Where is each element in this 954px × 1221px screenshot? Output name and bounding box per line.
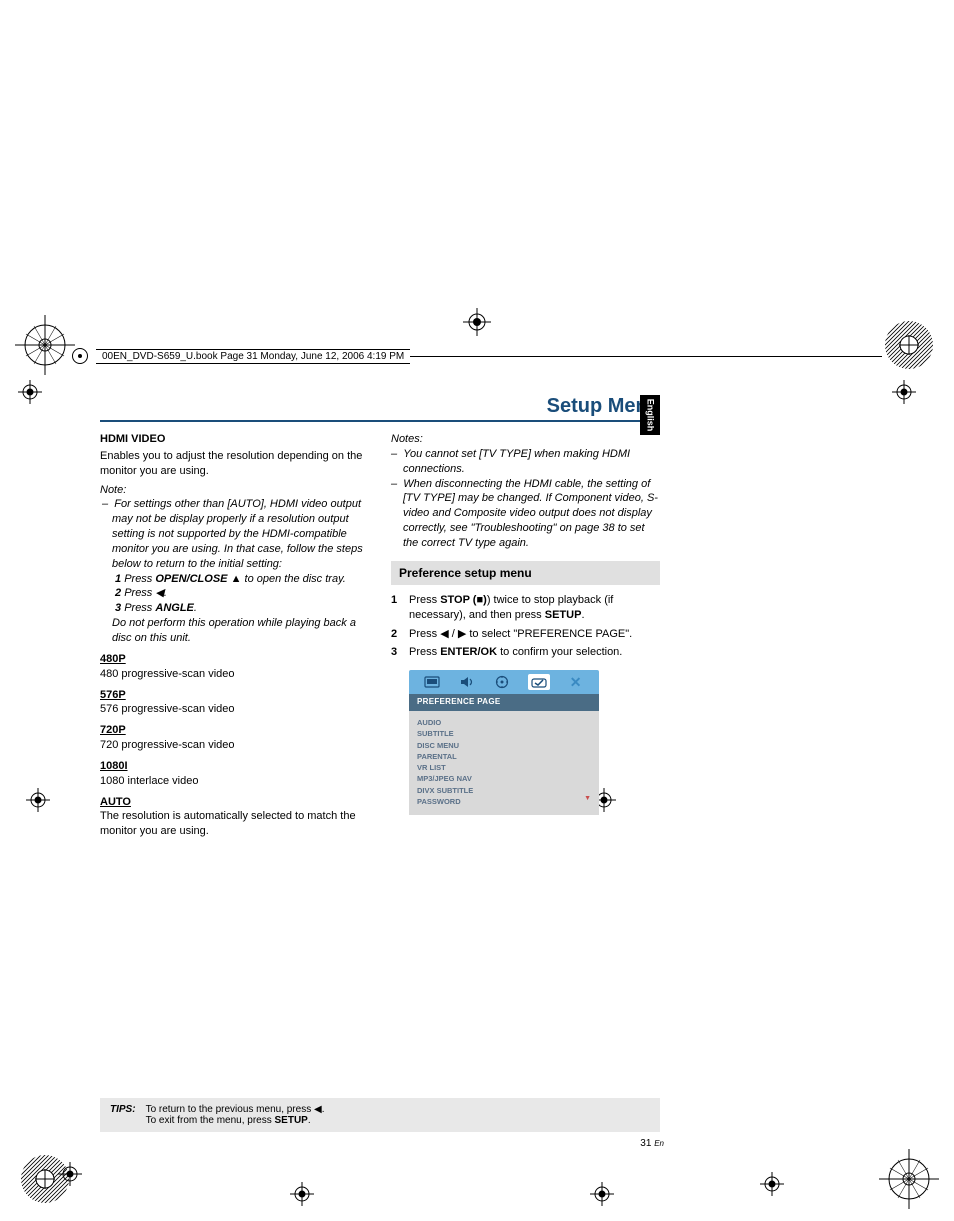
res-auto-t: The resolution is automatically selected… — [100, 809, 369, 839]
target-icon — [72, 348, 88, 364]
tips-2-a: To exit from the menu, press — [146, 1115, 275, 1126]
step1-prefix: Press — [124, 573, 155, 585]
note-body: – For settings other than [AUTO], HDMI v… — [100, 497, 369, 645]
page-number-suffix: En — [654, 1139, 664, 1148]
res-720p-h: 720P — [100, 723, 126, 738]
right-note-2: When disconnecting the HDMI cable, the s… — [403, 478, 658, 549]
scroll-down-icon: ▼ — [584, 794, 591, 805]
step-3: 3 Press ENTER/OK to confirm your selecti… — [391, 645, 660, 660]
reg-mid-right-1 — [892, 380, 916, 404]
left-arrow-icon: ◀ — [314, 1104, 322, 1115]
step3-prefix: Press — [124, 602, 155, 614]
reg-bottom-right-2 — [760, 1172, 784, 1196]
tips-2-setup: SETUP — [275, 1115, 308, 1126]
audio-tab-icon — [458, 675, 476, 689]
language-tab-label: English — [645, 399, 655, 432]
preference-section-heading: Preference setup menu — [391, 561, 660, 585]
video-tab-icon — [493, 675, 511, 689]
book-info-text: 00EN_DVD-S659_U.book Page 31 Monday, Jun… — [96, 349, 410, 364]
page-content: Setup Menu English HDMI VIDEO Enables yo… — [100, 395, 660, 839]
s1-a: Press — [409, 594, 440, 606]
page-number: 31 En — [640, 1138, 664, 1149]
tips-box: TIPS: To return to the previous menu, pr… — [100, 1098, 660, 1132]
reg-bottom-left-2 — [58, 1162, 82, 1186]
step3-key: ANGLE — [155, 602, 194, 614]
do-not-note: Do not perform this operation while play… — [110, 616, 369, 646]
res-576p-t: 576 progressive-scan video — [100, 702, 369, 717]
res-1080i-h: 1080I — [100, 759, 128, 774]
osd-item: AUDIO — [417, 717, 591, 728]
hdmi-video-desc: Enables you to adjust the resolution dep… — [100, 449, 369, 479]
hdmi-video-heading: HDMI VIDEO — [100, 432, 369, 447]
s1-stop: STOP — [440, 594, 470, 606]
s3-enter: ENTER/OK — [440, 646, 497, 658]
step1-suffix: to open the disc tray. — [245, 573, 346, 585]
s3-a: Press — [409, 646, 440, 658]
res-720p-t: 720 progressive-scan video — [100, 738, 369, 753]
s1-setup: SETUP — [545, 609, 582, 621]
s1-dot: . — [581, 609, 584, 621]
reg-mid-left-2 — [26, 788, 50, 812]
left-column: HDMI VIDEO Enables you to adjust the res… — [100, 432, 369, 839]
osd-preference-page: ✕ PREFERENCE PAGE AUDIO SUBTITLE DISC ME… — [409, 670, 599, 815]
reg-bottom-mid-1 — [290, 1182, 314, 1206]
res-1080i-t: 1080 interlace video — [100, 774, 369, 789]
reg-top-left — [15, 315, 75, 375]
page-number-value: 31 — [640, 1138, 651, 1149]
step1-key: OPEN/CLOSE — [155, 573, 227, 585]
res-480p-h: 480P — [100, 652, 126, 667]
right-column: Notes: – You cannot set [TV TYPE] when m… — [391, 432, 660, 839]
note-text: For settings other than [AUTO], HDMI vid… — [112, 498, 363, 569]
left-arrow-icon: ◀ — [440, 628, 448, 640]
osd-item: DIVX SUBTITLE — [417, 785, 591, 796]
language-tab: English — [640, 395, 660, 435]
reg-bottom-right — [879, 1149, 939, 1209]
tips-1-a: To return to the previous menu, press — [146, 1104, 314, 1115]
left-arrow-icon: ◀ — [155, 587, 163, 599]
general-tab-icon — [423, 675, 441, 689]
s2-a: Press — [409, 628, 440, 640]
eject-icon: ▲ — [231, 573, 242, 585]
osd-tab-bar: ✕ — [409, 670, 599, 694]
osd-subtitle: PREFERENCE PAGE — [409, 694, 599, 711]
step2-prefix: Press — [124, 587, 155, 599]
osd-menu-list: AUDIO SUBTITLE DISC MENU PARENTAL VR LIS… — [409, 711, 599, 815]
osd-item: DISC MENU — [417, 740, 591, 751]
step-1: 1 Press STOP (■)) twice to stop playback… — [391, 593, 660, 623]
tips-2-c: . — [308, 1115, 311, 1126]
osd-item: MP3/JPEG NAV — [417, 773, 591, 784]
reg-mid-top — [463, 308, 491, 336]
osd-item: PASSWORD▼ — [417, 796, 591, 807]
preference-tab-icon — [528, 674, 550, 690]
s3-c: to confirm your selection. — [497, 646, 622, 658]
osd-item: PARENTAL — [417, 751, 591, 762]
osd-item: VR LIST — [417, 762, 591, 773]
page-title: Setup Menu — [100, 395, 660, 422]
right-note-1: You cannot set [TV TYPE] when making HDM… — [403, 448, 630, 475]
res-auto-h: AUTO — [100, 795, 131, 810]
res-480p-t: 480 progressive-scan video — [100, 667, 369, 682]
reg-mid-left-1 — [18, 380, 42, 404]
reg-bottom-mid-2 — [590, 1182, 614, 1206]
tips-label: TIPS: — [110, 1104, 136, 1126]
tips-1-b: . — [322, 1104, 325, 1115]
note-label: Note: — [100, 483, 369, 498]
close-tab-icon: ✕ — [567, 675, 585, 689]
book-info-bar: 00EN_DVD-S659_U.book Page 31 Monday, Jun… — [72, 348, 882, 364]
notes-label: Notes: — [391, 432, 660, 447]
s2-b: to select "PREFERENCE PAGE". — [466, 628, 632, 640]
tips-body: To return to the previous menu, press ◀.… — [146, 1104, 325, 1126]
osd-item: SUBTITLE — [417, 728, 591, 739]
step-2: 2 Press ◀ / ▶ to select "PREFERENCE PAGE… — [391, 627, 660, 642]
res-576p-h: 576P — [100, 688, 126, 703]
reg-top-right — [879, 315, 939, 375]
